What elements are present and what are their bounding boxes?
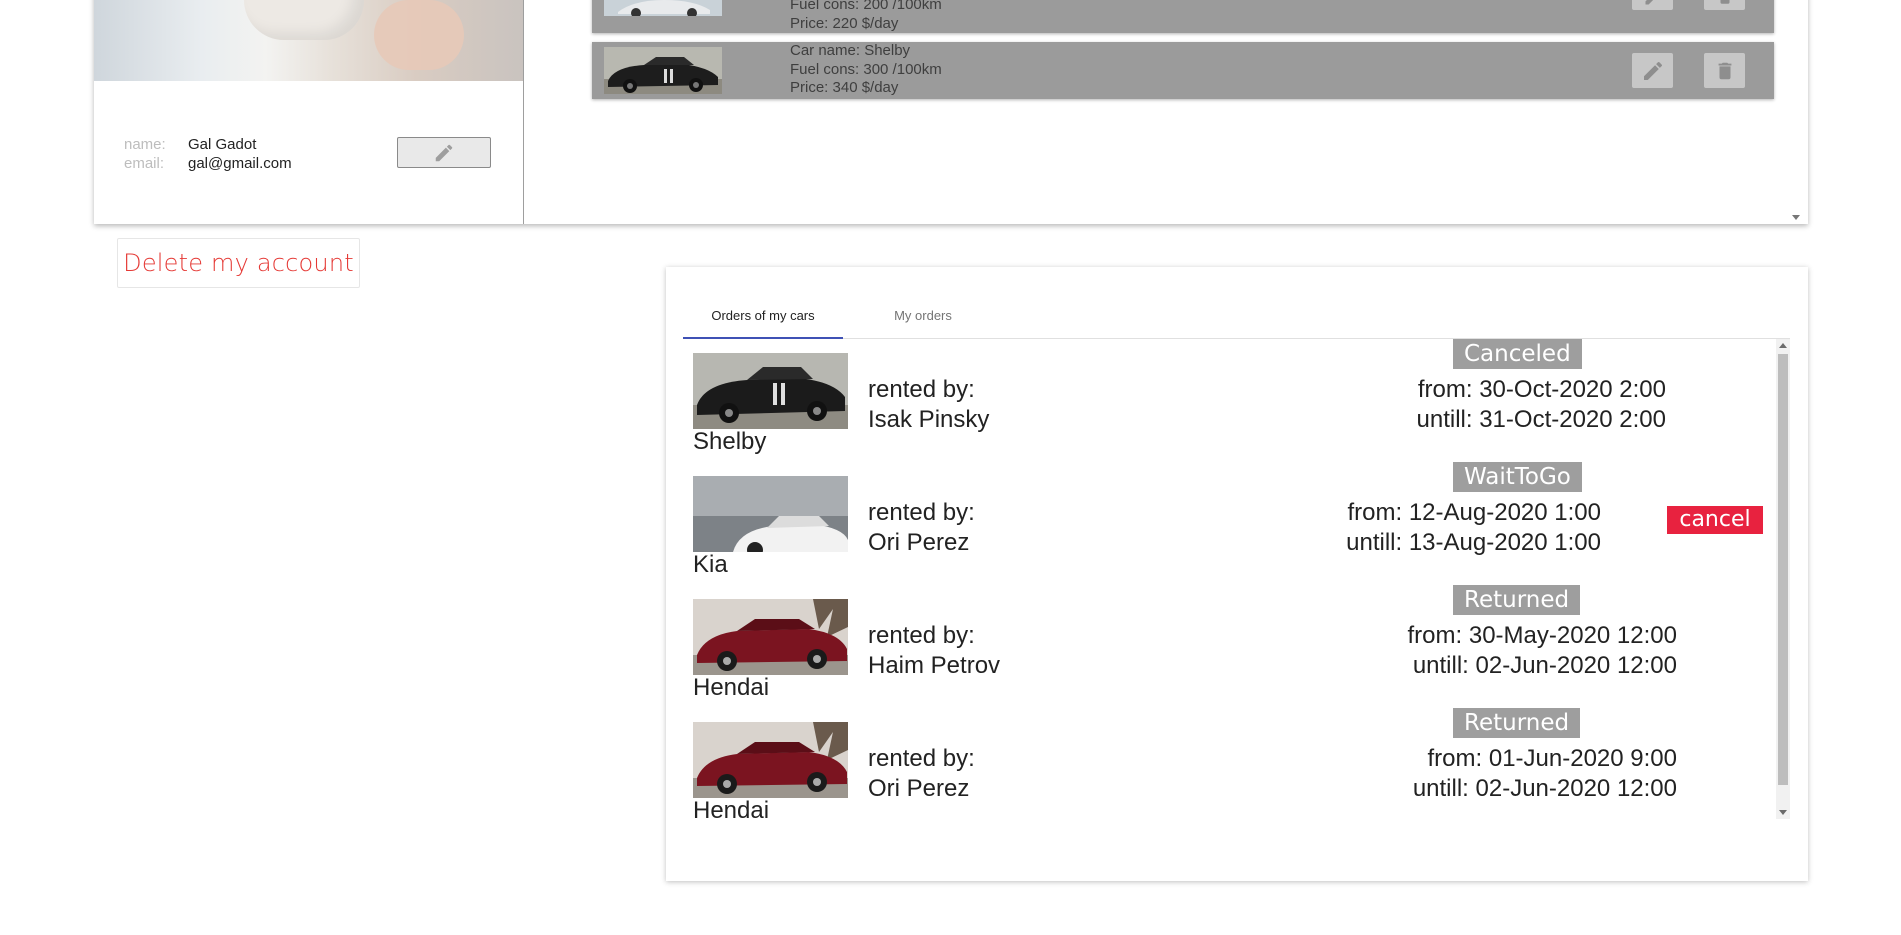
email-label: email: — [124, 155, 165, 172]
order-until: untill: 31-Oct-2020 2:00 — [1416, 406, 1666, 433]
cancel-order-button[interactable]: cancel — [1667, 506, 1763, 534]
car-image — [693, 722, 848, 798]
my-cars-list[interactable]: Fuel cons: 200 /100km Price: 220 $/day C… — [524, 0, 1808, 224]
delete-car-button[interactable] — [1704, 53, 1745, 88]
tab-my-orders[interactable]: My orders — [843, 293, 1003, 337]
order-from: from: 30-May-2020 12:00 — [1407, 622, 1677, 649]
orders-list[interactable]: Shelby rented by: Isak Pinsky Canceled f… — [693, 339, 1774, 819]
order-from: from: 30-Oct-2020 2:00 — [1417, 376, 1666, 403]
scroll-down-arrow[interactable] — [1779, 810, 1787, 815]
pencil-icon — [435, 144, 453, 161]
car-thumbnail — [604, 0, 722, 16]
status-badge: WaitToGo — [1453, 462, 1582, 492]
edit-car-button[interactable] — [1632, 53, 1673, 88]
delete-car-button[interactable] — [1704, 0, 1745, 10]
profile-info: name: Gal Gadot email: gal@gmail.com — [124, 135, 292, 173]
order-until: untill: 02-Jun-2020 12:00 — [1412, 775, 1677, 802]
rented-by-label: rented by: — [868, 745, 975, 772]
orders-card: Orders of my cars My orders Shelby rente… — [666, 267, 1808, 881]
trash-icon — [1720, 0, 1729, 4]
order-item: Shelby rented by: Isak Pinsky Canceled f… — [693, 339, 1773, 461]
edit-profile-button[interactable] — [397, 137, 491, 168]
status-badge: Returned — [1453, 708, 1581, 738]
status-badge: Returned — [1453, 585, 1581, 615]
renter-name: Ori Perez — [868, 529, 970, 556]
car-thumbnail — [604, 47, 722, 94]
rented-by-label: rented by: — [868, 499, 975, 526]
order-car-name: Hendai — [693, 797, 770, 819]
pencil-icon — [1643, 61, 1662, 80]
car-image — [693, 599, 848, 675]
pencil-icon — [1645, 0, 1653, 5]
orders-tabs: Orders of my cars My orders — [683, 293, 1790, 339]
renter-name: Haim Petrov — [868, 652, 1001, 679]
scrollbar-thumb[interactable] — [1778, 354, 1788, 785]
order-until: untill: 02-Jun-2020 12:00 — [1412, 652, 1677, 679]
order-item: Hendai rented by: Haim Petrov Returned f… — [693, 585, 1773, 707]
rented-by-label: rented by: — [868, 622, 975, 649]
scroll-up-arrow[interactable] — [1779, 343, 1787, 348]
renter-name: Isak Pinsky — [868, 406, 990, 433]
name-value: Gal Gadot — [188, 136, 257, 153]
car-row: Car name: Shelby Fuel cons: 300 /100km P… — [592, 42, 1774, 99]
scroll-down-arrow[interactable] — [1792, 215, 1800, 220]
car-price: Price: 340 $/day — [790, 79, 899, 96]
car-price: Price: 220 $/day — [790, 14, 899, 32]
order-from: from: 12-Aug-2020 1:00 — [1347, 499, 1602, 526]
renter-name: Ori Perez — [868, 775, 970, 802]
car-image — [693, 353, 848, 429]
orders-scrollbar[interactable] — [1776, 339, 1790, 819]
edit-car-button[interactable] — [1632, 0, 1673, 10]
trash-icon — [1718, 62, 1731, 79]
order-from: from: 01-Jun-2020 9:00 — [1427, 745, 1677, 772]
status-badge: Canceled — [1453, 339, 1582, 369]
profile-photo — [94, 0, 524, 81]
order-car-name: Hendai — [693, 674, 770, 701]
rented-by-label: rented by: — [868, 376, 975, 403]
name-label: name: — [124, 136, 166, 153]
car-image — [693, 476, 848, 552]
car-fuel: Fuel cons: 300 /100km — [790, 60, 942, 78]
car-name: Car name: Shelby — [790, 42, 911, 59]
order-item: Hendai rented by: Ori Perez Returned fro… — [693, 708, 1773, 819]
order-car-name: Kia — [693, 551, 728, 578]
delete-account-button[interactable]: Delete my account — [117, 238, 360, 288]
profile-card: name: Gal Gadot email: gal@gmail.com Fue… — [94, 0, 1808, 224]
order-until: untill: 13-Aug-2020 1:00 — [1346, 529, 1601, 556]
tab-orders-of-my-cars[interactable]: Orders of my cars — [683, 293, 843, 339]
order-car-name: Shelby — [693, 428, 767, 455]
car-fuel: Fuel cons: 200 /100km — [790, 0, 942, 13]
order-item: Kia rented by: Ori Perez WaitToGo from: … — [693, 462, 1773, 584]
email-value: gal@gmail.com — [188, 155, 292, 172]
car-row: Fuel cons: 200 /100km Price: 220 $/day — [592, 0, 1774, 33]
